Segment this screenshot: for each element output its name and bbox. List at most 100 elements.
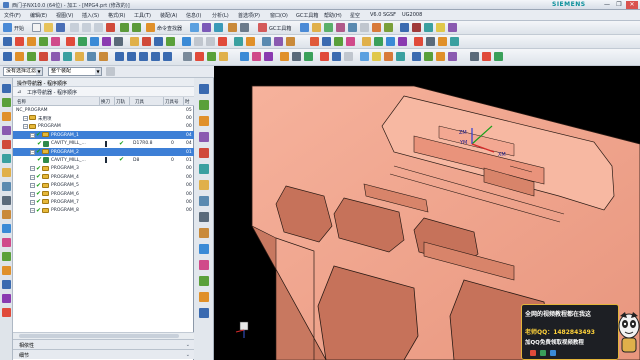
intersect-curve-icon[interactable] [199, 212, 209, 222]
render-icon[interactable] [400, 23, 409, 32]
finish-floor-icon[interactable] [99, 52, 108, 61]
open-folder-icon[interactable] [44, 23, 53, 32]
create-tool-icon[interactable] [15, 37, 24, 46]
redo-icon[interactable] [132, 23, 141, 32]
cube-wire-icon[interactable] [360, 52, 369, 61]
hole-making-icon[interactable] [51, 52, 60, 61]
expand-toggle-icon[interactable]: − [30, 174, 35, 180]
menu-plugin-v6[interactable]: V6.0 SGSF [370, 12, 396, 18]
menu-window[interactable]: 窗口(O) [270, 12, 288, 19]
menu-insert[interactable]: 插入(S) [82, 12, 99, 19]
horizontal-scrollbar[interactable] [13, 332, 194, 339]
menu-gc-toolbox[interactable]: GC工具箱 [296, 12, 318, 19]
chevron-down-icon[interactable]: ⌄ [186, 342, 190, 348]
navigator-row[interactable]: ✔ CAVITY_MILL_... ✔ D17R0.8 0 04 [13, 140, 194, 148]
machine-tool-view-icon[interactable] [142, 37, 151, 46]
feature-icon[interactable] [262, 37, 271, 46]
line-icon[interactable] [199, 116, 209, 126]
zoom-icon[interactable] [336, 23, 345, 32]
orient-view-icon[interactable] [384, 23, 393, 32]
reuse-library-icon[interactable] [2, 126, 11, 135]
navigator-row[interactable]: − ✔ PROGRAM_1 04 [13, 131, 194, 140]
view-iso-icon[interactable] [151, 52, 160, 61]
navigator-row[interactable]: − ✔ PROGRAM_4 00 [13, 173, 194, 181]
background-icon[interactable] [424, 23, 433, 32]
navigator-row[interactable]: − ✔ PROGRAM_6 00 [13, 190, 194, 198]
face-milling-icon[interactable] [27, 52, 36, 61]
color-icon[interactable] [252, 52, 261, 61]
plugin-icon[interactable] [344, 52, 353, 61]
drill-icon[interactable] [39, 52, 48, 61]
program-view-icon[interactable] [130, 37, 139, 46]
column-tool[interactable]: 刀具 [135, 99, 144, 105]
light-icon[interactable] [436, 23, 445, 32]
n-sided-icon[interactable] [199, 292, 209, 302]
shell-icon[interactable] [398, 37, 407, 46]
surface-tool-icon[interactable] [334, 37, 343, 46]
expand-toggle-icon[interactable]: − [30, 208, 35, 214]
filter-options-icon[interactable] [106, 67, 115, 76]
boolean-icon[interactable] [438, 37, 447, 46]
view-front-icon[interactable] [115, 52, 124, 61]
start-icon[interactable] [3, 23, 12, 32]
view-trimetric-icon[interactable] [163, 52, 172, 61]
pin-icon[interactable]: ⊿ [17, 89, 21, 95]
column-tool-change[interactable]: 换刀 [101, 99, 110, 105]
text-tool-icon[interactable] [310, 37, 319, 46]
extrude-icon[interactable] [286, 37, 295, 46]
menu-help[interactable]: 帮助(H) [324, 12, 342, 19]
expand-toggle-icon[interactable]: − [30, 149, 35, 155]
mill-planar-icon[interactable] [3, 52, 12, 61]
selection-filter-dropdown[interactable]: 没有选择过滤器 ▼ [3, 67, 43, 76]
mill-contour-icon[interactable] [15, 52, 24, 61]
project-curve-icon[interactable] [199, 196, 209, 206]
show-icon[interactable] [207, 52, 216, 61]
column-separator[interactable] [129, 97, 130, 106]
menu-file[interactable]: 文件(F) [4, 12, 21, 19]
spline-icon[interactable] [199, 164, 209, 174]
menu-format[interactable]: 格式(R) [108, 12, 125, 19]
system-materials-icon[interactable] [2, 154, 11, 163]
column-path[interactable]: 刀轨 [116, 99, 125, 105]
navigator-row[interactable]: − ✔ PROGRAM_5 00 [13, 182, 194, 190]
dependencies-panel[interactable]: 相依性 ⌄ [13, 339, 194, 349]
navigator-row[interactable]: NC_PROGRAM 05 [13, 106, 194, 114]
expand-toggle-icon[interactable]: − [23, 124, 28, 130]
edge-display-icon[interactable] [412, 23, 421, 32]
rotate-icon[interactable] [348, 23, 357, 32]
invert-show-icon[interactable] [219, 52, 228, 61]
expand-toggle-icon[interactable]: − [30, 199, 35, 205]
pan-icon[interactable] [360, 23, 369, 32]
settings-icon[interactable] [292, 52, 301, 61]
save-icon[interactable] [56, 23, 65, 32]
plugin-c-icon[interactable] [412, 52, 421, 61]
column-separator[interactable] [99, 97, 100, 106]
offset-icon[interactable] [362, 37, 371, 46]
method-view-icon[interactable] [166, 37, 175, 46]
menu-xingkong[interactable]: 星空 [350, 12, 360, 19]
cube-icon[interactable] [190, 23, 199, 32]
sketch-icon[interactable] [274, 37, 283, 46]
menu-edit[interactable]: 编辑(E) [30, 12, 47, 19]
help-icon[interactable] [2, 308, 11, 317]
column-separator[interactable] [163, 97, 164, 106]
command-finder-label[interactable]: 命令查找器 [157, 25, 182, 32]
teamcenter-icon[interactable] [2, 294, 11, 303]
geometry-view-icon[interactable] [154, 37, 163, 46]
transform-object-icon[interactable] [246, 37, 255, 46]
offset-curve-icon[interactable] [199, 180, 209, 190]
expand-toggle-icon[interactable]: − [30, 166, 35, 172]
assembly-scope-dropdown[interactable]: 整个装配 ▼ [48, 67, 102, 76]
paste-icon[interactable] [94, 23, 103, 32]
chamfer-icon[interactable] [386, 37, 395, 46]
navigator-row[interactable]: ✔ CAVITY_MILL_... ✔ D8 0 01 [13, 156, 194, 164]
hd3d-tools-icon[interactable] [2, 224, 11, 233]
trim-icon[interactable] [346, 37, 355, 46]
finish-walls-icon[interactable] [87, 52, 96, 61]
translucency-icon[interactable] [264, 52, 273, 61]
expand-toggle-icon[interactable]: − [30, 191, 35, 197]
layer-icon[interactable] [202, 23, 211, 32]
generate-toolpath-icon[interactable] [66, 37, 75, 46]
check-icon[interactable] [320, 52, 329, 61]
menu-tools[interactable]: 工具(T) [134, 12, 151, 19]
